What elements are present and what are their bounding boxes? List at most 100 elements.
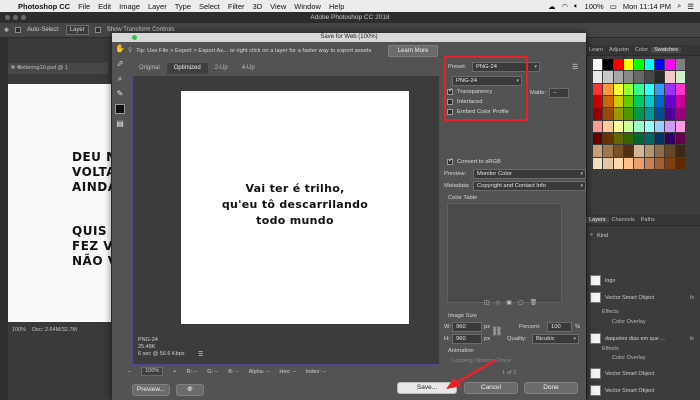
swatch[interactable] xyxy=(603,95,613,108)
convert-srgb-checkbox[interactable]: Convert to sRGB xyxy=(447,157,501,165)
quality-dropdown[interactable]: Bicubic ▾ xyxy=(532,334,579,344)
menu-list-icon[interactable]: ☰ xyxy=(687,2,694,11)
swatch[interactable] xyxy=(603,59,613,71)
background-document-canvas[interactable]: DEU M VOLTA AINDA QUIS N FEZ VO NÃO V xyxy=(8,84,111,322)
swatch[interactable] xyxy=(675,132,685,145)
zoom-window-icon[interactable] xyxy=(21,15,26,20)
swatch[interactable] xyxy=(634,83,644,95)
swatch[interactable] xyxy=(603,145,613,157)
tab-channels[interactable]: Channels xyxy=(609,217,638,223)
preview-color-dropdown[interactable]: Monitor Color ▾ xyxy=(473,169,586,179)
swatch[interactable] xyxy=(644,132,654,145)
swatch[interactable] xyxy=(675,59,685,71)
swatch[interactable] xyxy=(593,95,603,108)
menu-type[interactable]: Type xyxy=(175,2,191,11)
swatch[interactable] xyxy=(654,95,665,108)
tab-4-up[interactable]: 4-Up xyxy=(235,63,262,74)
menu-layer[interactable]: Layer xyxy=(148,2,167,11)
layer-row[interactable]: Vector Smart Object xyxy=(590,383,694,398)
battery-percent[interactable]: 100% xyxy=(585,2,604,11)
swatch[interactable] xyxy=(644,108,654,120)
swatch[interactable] xyxy=(613,108,623,120)
show-transform-checkbox[interactable] xyxy=(94,27,101,33)
menu-filter[interactable]: Filter xyxy=(228,2,245,11)
swatch[interactable] xyxy=(623,108,634,120)
swatch[interactable] xyxy=(654,59,665,71)
swatch[interactable] xyxy=(593,120,603,132)
swatch[interactable] xyxy=(603,132,613,145)
swatch[interactable] xyxy=(623,71,634,83)
metadata-dropdown[interactable]: Copyright and Contact Info ▾ xyxy=(473,181,586,191)
layer-fx-icon[interactable]: fx xyxy=(690,295,694,301)
close-document-icon[interactable] xyxy=(11,65,15,69)
done-button[interactable]: Done xyxy=(524,382,578,394)
creative-cloud-icon[interactable]: ☁ xyxy=(548,2,556,11)
swatch[interactable] xyxy=(644,145,654,157)
toggle-slices-icon[interactable]: ▤ xyxy=(114,118,126,130)
info-menu-icon[interactable]: ☰ xyxy=(198,351,203,358)
swatch[interactable] xyxy=(634,132,644,145)
swatch[interactable] xyxy=(623,120,634,132)
swatch[interactable] xyxy=(665,59,675,71)
auto-select-dropdown[interactable]: Layer xyxy=(65,25,89,35)
swatch[interactable] xyxy=(644,83,654,95)
layers-filter[interactable]: ⌕ Kind xyxy=(590,228,694,243)
swatch[interactable] xyxy=(675,108,685,120)
swatch[interactable] xyxy=(593,132,603,145)
swatch[interactable] xyxy=(665,132,675,145)
volume-icon[interactable]: 🔈︎ xyxy=(574,1,579,11)
swatch[interactable] xyxy=(613,132,623,145)
swatch[interactable] xyxy=(644,95,654,108)
swatch[interactable] xyxy=(593,145,603,157)
dialog-zoom-icon[interactable] xyxy=(132,35,137,40)
preview-browser-button[interactable]: 🌐︎ xyxy=(176,384,204,396)
move-tool-icon[interactable]: ✥ xyxy=(4,27,9,34)
zoom-tool-icon[interactable]: ⌕ xyxy=(114,73,126,85)
tab-2-up[interactable]: 2-Up xyxy=(208,63,235,74)
layer-row[interactable]: Vector Smart Object xyxy=(590,366,694,381)
swatch[interactable] xyxy=(665,95,675,108)
swatch[interactable] xyxy=(675,145,685,157)
optimized-preview[interactable]: Vai ter é trilho, qu'eu tô descarrilando… xyxy=(132,75,440,365)
swatch[interactable] xyxy=(644,120,654,132)
swatch[interactable] xyxy=(613,157,623,169)
zoom-level-dropdown[interactable]: 100% xyxy=(141,367,164,376)
menu-window[interactable]: Window xyxy=(294,2,321,11)
tab-learn[interactable]: Learn xyxy=(586,47,606,53)
swatch[interactable] xyxy=(644,157,654,169)
matte-dropdown[interactable]: -- xyxy=(549,88,569,98)
swatch[interactable] xyxy=(593,71,603,83)
menu-app-name[interactable]: Photoshop CC xyxy=(18,2,70,11)
delete-color-icon[interactable]: 🗑︎ xyxy=(530,299,538,306)
wifi-icon[interactable]: ◠ xyxy=(562,2,569,11)
minimize-window-icon[interactable] xyxy=(13,15,18,20)
percent-input[interactable]: 100 xyxy=(547,322,572,332)
search-icon[interactable]: ⌕ xyxy=(677,1,681,11)
close-window-icon[interactable] xyxy=(5,15,10,20)
swatch[interactable] xyxy=(654,132,665,145)
swatch[interactable] xyxy=(603,71,613,83)
swatch[interactable] xyxy=(644,59,654,71)
swatch[interactable] xyxy=(593,108,603,120)
swatch[interactable] xyxy=(654,145,665,157)
swatch[interactable] xyxy=(634,108,644,120)
menu-select[interactable]: Select xyxy=(199,2,220,11)
clock[interactable]: Mon 11:14 PM xyxy=(623,2,671,11)
eyedropper-color-swatch[interactable] xyxy=(115,104,125,114)
tab-adjustments[interactable]: Adjustm xyxy=(606,47,632,53)
swatch[interactable] xyxy=(623,145,634,157)
swatch[interactable] xyxy=(634,71,644,83)
document-size[interactable]: Doc: 2.64M/32.7M xyxy=(32,327,77,336)
swatch[interactable] xyxy=(675,71,685,83)
swatch[interactable] xyxy=(644,71,654,83)
slice-select-tool-icon[interactable]: ⬀ xyxy=(114,58,126,70)
swatch[interactable] xyxy=(675,83,685,95)
swatch[interactable] xyxy=(593,59,603,71)
menu-file[interactable]: File xyxy=(78,2,90,11)
height-input[interactable]: 960 xyxy=(452,334,482,344)
swatch[interactable] xyxy=(603,83,613,95)
swatch[interactable] xyxy=(603,108,613,120)
swatch[interactable] xyxy=(613,120,623,132)
swatch[interactable] xyxy=(665,157,675,169)
swatch[interactable] xyxy=(603,120,613,132)
